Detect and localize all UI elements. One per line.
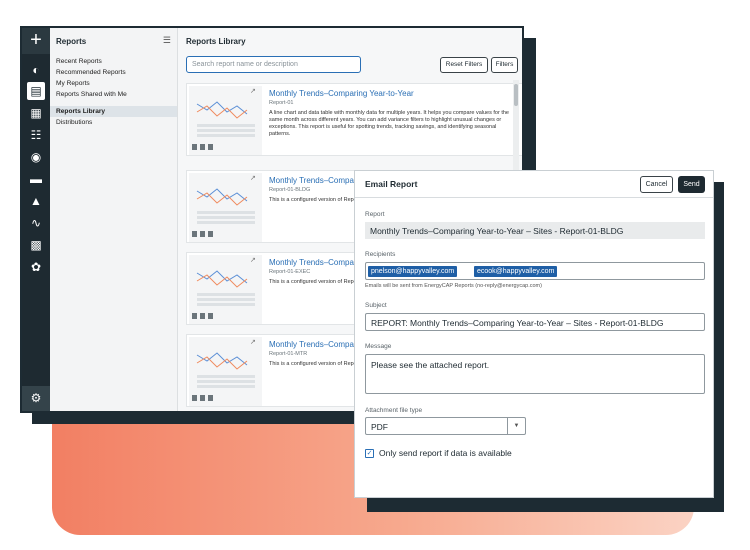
nav-header: Reports ☰ bbox=[50, 28, 177, 56]
nav-item-shared[interactable]: Reports Shared with Me bbox=[50, 89, 177, 100]
report-id: Report-01 bbox=[269, 100, 294, 106]
report-label: Report bbox=[365, 211, 385, 218]
icon-sidebar: + ◐ ▤ ▦ ☷ ◉ ▬ ▲ ∿ ▩ ✿ ⚙ bbox=[22, 28, 50, 411]
recipients-label: Recipients bbox=[365, 251, 396, 258]
subject-label: Subject bbox=[365, 302, 387, 309]
scrollbar-thumb[interactable] bbox=[514, 84, 518, 106]
pulse-icon[interactable]: ∿ bbox=[27, 214, 45, 232]
hamburger-icon[interactable]: ☰ bbox=[163, 35, 171, 46]
factory-icon[interactable]: ▩ bbox=[27, 236, 45, 254]
expand-icon[interactable]: ↗ bbox=[250, 256, 256, 264]
expand-icon[interactable]: ↗ bbox=[250, 174, 256, 182]
report-id: Report-01-MTR bbox=[269, 351, 308, 357]
attachment-type-value: PDF bbox=[371, 422, 388, 432]
hierarchy-icon[interactable]: ▲ bbox=[27, 192, 45, 210]
expand-icon[interactable]: ↗ bbox=[250, 87, 256, 95]
cancel-button[interactable]: Cancel bbox=[640, 176, 673, 193]
gear-icon[interactable]: ⚙ bbox=[22, 386, 50, 411]
leaf-icon[interactable]: ✿ bbox=[27, 258, 45, 276]
nav-item-library[interactable]: Reports Library bbox=[50, 106, 177, 117]
report-value: Monthly Trends–Comparing Year-to-Year – … bbox=[365, 222, 705, 239]
only-send-label[interactable]: Only send report if data is available bbox=[379, 448, 512, 458]
attachment-type-select[interactable]: PDF ▼ bbox=[365, 417, 526, 435]
report-description: A line chart and data table with monthly… bbox=[269, 110, 509, 137]
nav-title: Reports bbox=[56, 37, 87, 46]
recipients-field[interactable]: pnelson@happyvalley.com ecook@happyvalle… bbox=[365, 262, 705, 280]
report-id: Report-01-BLDG bbox=[269, 187, 311, 193]
dialog-header: Email Report Cancel Send bbox=[355, 171, 713, 198]
report-thumbnail bbox=[189, 255, 262, 324]
only-send-checkbox[interactable]: ✓ bbox=[365, 449, 374, 458]
accounts-icon[interactable]: ▬ bbox=[27, 170, 45, 188]
report-title[interactable]: Monthly Trends–Comparing Year-to-Year bbox=[269, 89, 414, 98]
expand-icon[interactable]: ↗ bbox=[250, 338, 256, 346]
recipient-chip[interactable]: pnelson@happyvalley.com bbox=[368, 266, 458, 277]
report-id: Report-01-EXEC bbox=[269, 269, 311, 275]
dashboard-icon[interactable]: ◐ bbox=[27, 61, 45, 79]
buildings-icon[interactable]: ▦ bbox=[27, 104, 45, 122]
email-report-dialog: Email Report Cancel Send Report Monthly … bbox=[354, 170, 714, 498]
report-thumbnail bbox=[189, 337, 262, 406]
report-thumbnail bbox=[189, 173, 262, 242]
subject-field[interactable]: REPORT: Monthly Trends–Comparing Year-to… bbox=[365, 313, 705, 331]
recipient-chip[interactable]: ecook@happyvalley.com bbox=[474, 266, 558, 277]
chevron-down-icon[interactable]: ▼ bbox=[507, 418, 525, 434]
report-thumbnail bbox=[189, 86, 262, 155]
message-field[interactable]: Please see the attached report. bbox=[365, 354, 705, 394]
nav-item-recommended[interactable]: Recommended Reports bbox=[50, 67, 177, 78]
report-card[interactable]: ↗ Monthly Trends–Comparing Year-to-Year … bbox=[186, 83, 522, 156]
reset-filters-button[interactable]: Reset Filters bbox=[440, 57, 488, 73]
attachment-label: Attachment file type bbox=[365, 407, 423, 414]
sender-hint: Emails will be sent from EnergyCAP Repor… bbox=[365, 283, 542, 289]
nav-item-distributions[interactable]: Distributions bbox=[50, 117, 177, 128]
filters-button[interactable]: Filters bbox=[491, 57, 518, 73]
meter-icon[interactable]: ◉ bbox=[27, 148, 45, 166]
plus-icon[interactable]: + bbox=[22, 28, 50, 54]
nav-item-my-reports[interactable]: My Reports bbox=[50, 78, 177, 89]
bills-icon[interactable]: ☷ bbox=[27, 126, 45, 144]
page-title: Reports Library bbox=[186, 37, 246, 46]
dialog-title: Email Report bbox=[365, 179, 418, 189]
search-input[interactable]: Search report name or description bbox=[186, 56, 361, 73]
reports-icon[interactable]: ▤ bbox=[27, 82, 45, 100]
screen: + ◐ ▤ ▦ ☷ ◉ ▬ ▲ ∿ ▩ ✿ ⚙ Reports ☰ Recent… bbox=[0, 0, 750, 550]
send-button[interactable]: Send bbox=[678, 176, 705, 193]
reports-nav: Reports ☰ Recent Reports Recommended Rep… bbox=[50, 28, 178, 411]
message-label: Message bbox=[365, 343, 392, 350]
nav-item-recent[interactable]: Recent Reports bbox=[50, 56, 177, 67]
